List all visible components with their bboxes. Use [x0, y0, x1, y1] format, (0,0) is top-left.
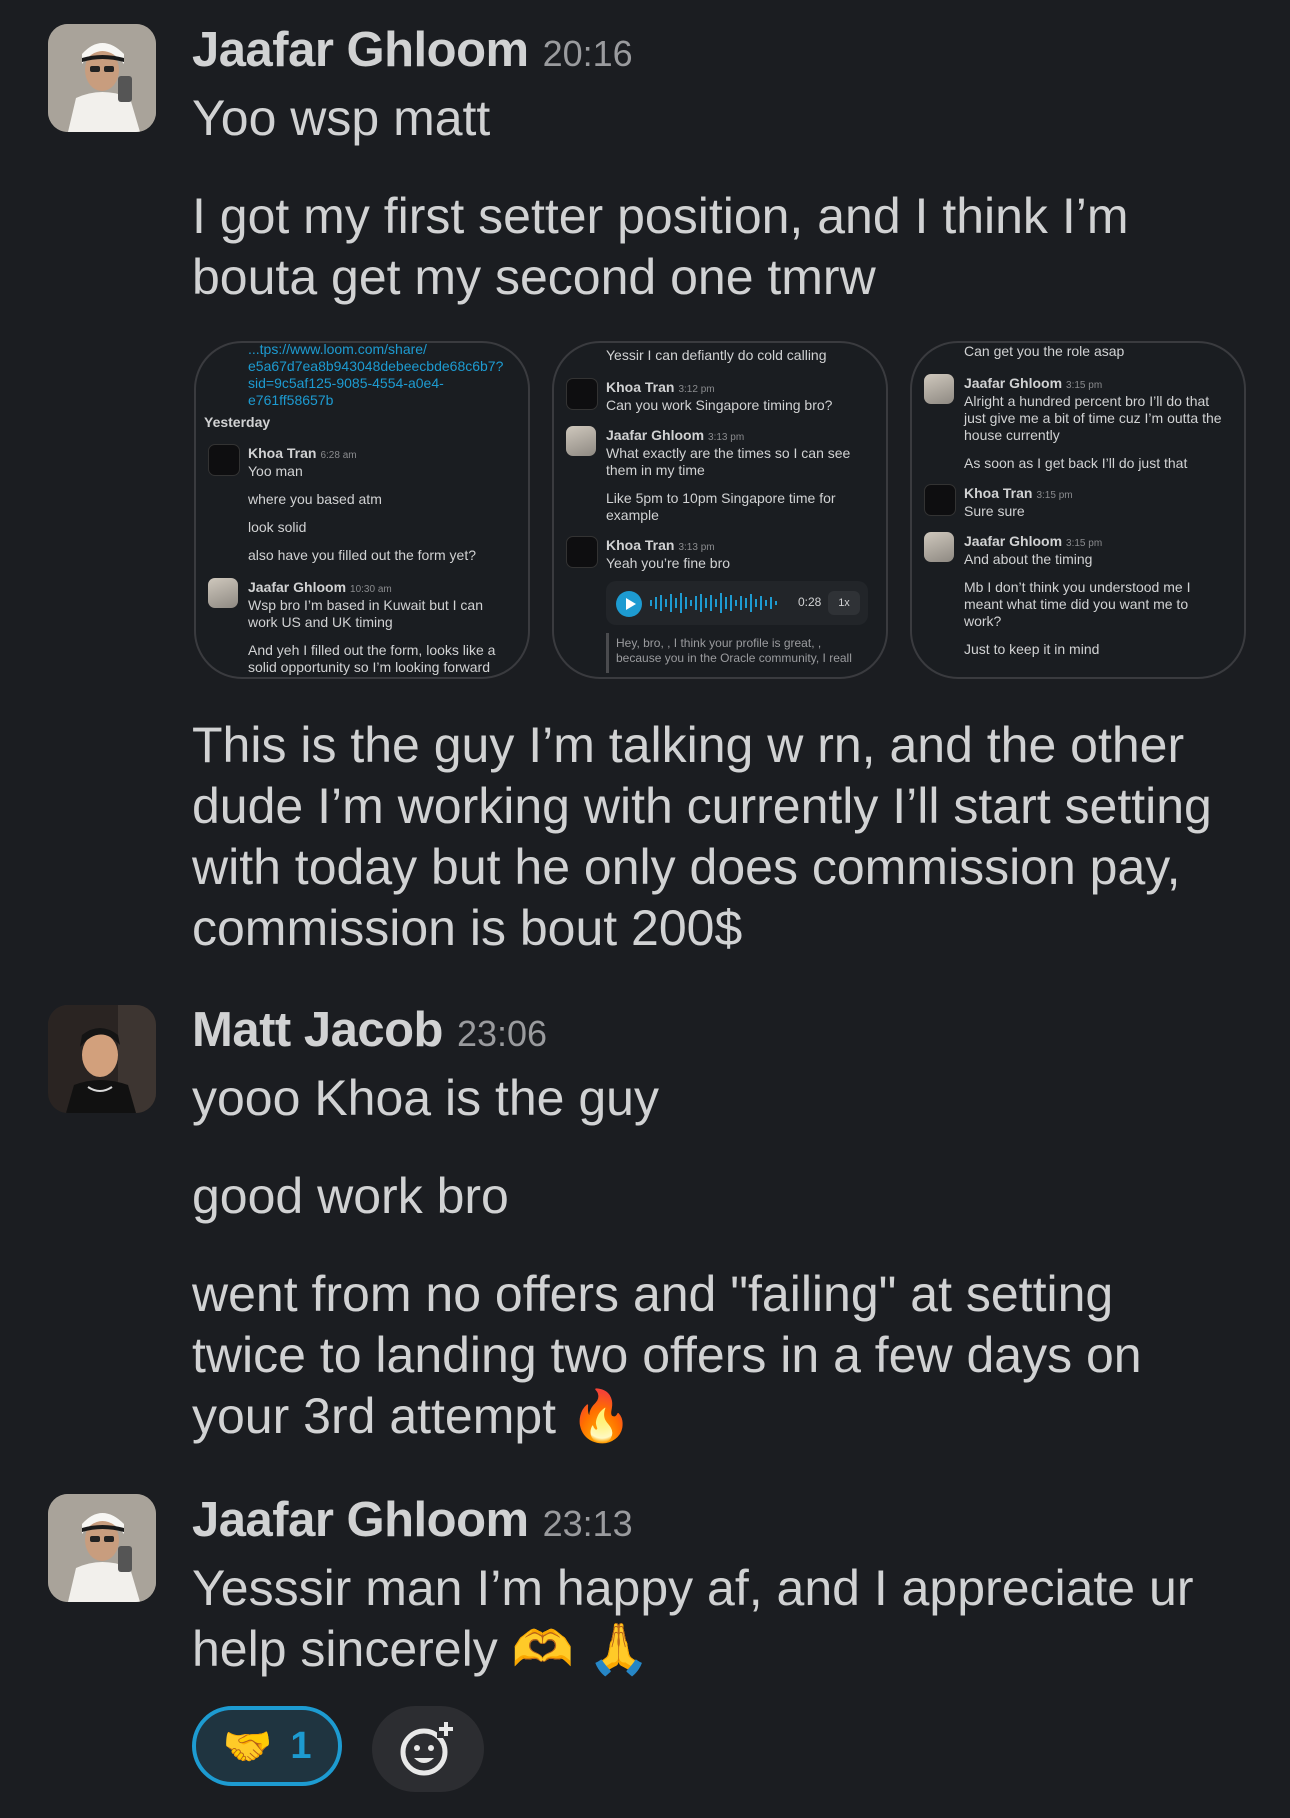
author-name[interactable]: Matt Jacob [192, 1002, 443, 1058]
author-name: Jaafar Ghloom [248, 579, 347, 595]
image-attachment[interactable]: Can get you the role asap Jaafar Ghloom 3… [910, 341, 1246, 679]
message-text: As soon as I get back I’ll do just that [964, 455, 1188, 471]
timestamp[interactable]: 23:13 [543, 1503, 633, 1545]
avatar [566, 426, 596, 456]
author-name: Jaafar Ghloom [964, 533, 1063, 549]
timestamp: 10:30 am [350, 584, 392, 595]
message-text: Yesssir man I’m happy af, and I apprecia… [192, 1560, 1194, 1677]
author-name: Khoa Tran [248, 445, 317, 461]
image-attachment[interactable]: ...tps://www.loom.com/share/ e5a67d7ea8b… [194, 341, 530, 679]
playback-speed-button[interactable]: 1x [828, 591, 860, 615]
message-text: Wsp bro I’m based in Kuwait but I can [248, 597, 483, 613]
avatar [924, 484, 956, 516]
avatar [566, 536, 598, 568]
timestamp: 3:15 pm [1066, 538, 1103, 549]
link-text[interactable]: e761ff58657b [248, 392, 333, 409]
message-text: Yoo man [248, 463, 303, 479]
author-name: Khoa Tran [964, 485, 1033, 501]
day-divider: Yesterday [204, 414, 271, 430]
avatar [924, 374, 954, 404]
message-text: Sure sure [964, 503, 1025, 519]
message-text: Yessir I can defiantly do cold calling [606, 347, 827, 363]
avatar-photo-icon [48, 1005, 156, 1113]
message-text: good work bro [192, 1168, 509, 1224]
play-icon[interactable] [616, 591, 642, 617]
avatar [208, 578, 238, 608]
avatar-photo-icon [48, 1494, 156, 1602]
message-text: Yoo wsp matt [192, 90, 491, 146]
link-text[interactable]: e5a67d7ea8b943048debeecbde68c6b7? [248, 358, 503, 375]
message-text: Yeah you’re fine bro [606, 555, 731, 571]
timestamp: 3:13 pm [678, 542, 715, 553]
quote-bar [606, 633, 609, 673]
quoted-text: because you in the Oracle community, I r… [616, 651, 852, 665]
message-text: look solid [248, 519, 307, 535]
message-header: Jaafar Ghloom 23:13 [192, 1492, 633, 1548]
message-text: Can get you the role asap [964, 343, 1125, 359]
author-name: Khoa Tran [606, 537, 675, 553]
avatar-photo-icon [48, 24, 156, 132]
avatar[interactable] [48, 24, 156, 132]
author-name[interactable]: Jaafar Ghloom [192, 1492, 529, 1548]
link-text[interactable]: ...tps://www.loom.com/share/ [248, 343, 427, 358]
timestamp: 6:28 am [320, 450, 357, 461]
image-attachment[interactable]: Yessir I can defiantly do cold calling K… [552, 341, 888, 679]
timestamp[interactable]: 23:06 [457, 1013, 547, 1055]
message-text: example [606, 507, 659, 523]
message-header: Matt Jacob 23:06 [192, 1002, 547, 1058]
message-text: solid opportunity so I’m looking forward [248, 659, 491, 675]
author-name: Khoa Tran [606, 379, 675, 395]
audio-duration: 0:28 [798, 595, 822, 609]
waveform-icon [650, 593, 777, 613]
message-text: Just to keep it in mind [964, 641, 1100, 657]
message-text: also have you filled out the form yet? [248, 547, 477, 563]
audio-player[interactable]: 0:28 1x [606, 581, 868, 625]
timestamp: 3:12 pm [678, 384, 715, 395]
message-text: This is the guy I’m talking w rn, and th… [192, 717, 1212, 956]
timestamp: 3:15 pm [1066, 380, 1103, 391]
message-text: work? [964, 613, 1002, 629]
message-text: Mb I don’t think you understood me I [964, 579, 1191, 595]
timestamp[interactable]: 20:16 [543, 33, 633, 75]
message-text: where you based atm [248, 491, 382, 507]
message-header: Jaafar Ghloom 20:16 [192, 22, 633, 78]
avatar[interactable] [48, 1005, 156, 1113]
message-text: And about the timing [964, 551, 1093, 567]
message-text: went from no offers and "failing" at set… [192, 1266, 1142, 1444]
avatar[interactable] [48, 1494, 156, 1602]
author-name[interactable]: Jaafar Ghloom [192, 22, 529, 78]
avatar [208, 444, 240, 476]
message-text: What exactly are the times so I can see [606, 445, 851, 461]
timestamp: 3:13 pm [708, 432, 745, 443]
message-text: work US and UK timing [248, 614, 393, 630]
reaction-count: 1 [290, 1724, 312, 1767]
message-text: I got my first setter position, and I th… [192, 188, 1129, 305]
author-name: Jaafar Ghloom [606, 427, 705, 443]
message-text: house currently [964, 427, 1060, 443]
timestamp: 3:15 pm [1036, 490, 1073, 501]
author-name: Jaafar Ghloom [964, 375, 1063, 391]
message-text: And yeh I filled out the form, looks lik… [248, 642, 496, 658]
message-text: Can you work Singapore timing bro? [606, 397, 833, 413]
message-text: Like 5pm to 10pm Singapore time for [606, 490, 836, 506]
message-text: them in my time [606, 462, 705, 478]
message-text: yooo Khoa is the guy [192, 1070, 659, 1126]
avatar [566, 378, 598, 410]
handshake-icon: 🤝 [222, 1724, 273, 1769]
reaction-handshake[interactable]: 🤝 1 [192, 1706, 342, 1786]
message-text: meant what time did you want me to [964, 596, 1189, 612]
message-text: just give me a bit of time cuz I’m outta… [964, 410, 1222, 426]
link-text[interactable]: sid=9c5af125-9085-4554-a0e4- [248, 375, 444, 392]
message-text: Alright a hundred percent bro I’ll do th… [964, 393, 1210, 409]
add-emoji-icon [400, 1720, 455, 1776]
add-reaction-button[interactable] [372, 1706, 484, 1792]
avatar [924, 532, 954, 562]
